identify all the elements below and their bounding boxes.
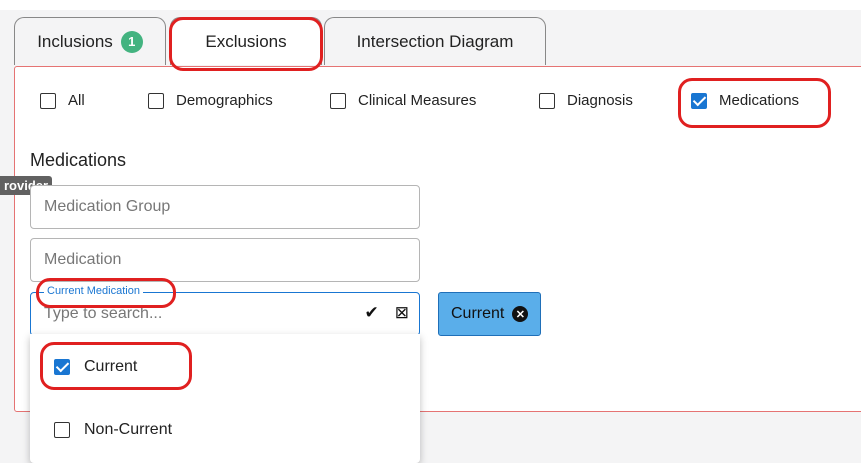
filter-demographics[interactable]: Demographics [148, 92, 273, 109]
filter-demographics-checkbox[interactable] [148, 92, 164, 109]
current-chip[interactable]: Current ✕ [438, 292, 542, 336]
filter-all-checkbox[interactable] [40, 92, 56, 109]
remove-chip-icon[interactable]: ✕ [512, 306, 529, 322]
current-medication-input[interactable]: Type to search... ✔ ⊠ [30, 292, 420, 336]
tab-exclusions[interactable]: Exclusions [170, 17, 322, 65]
confirm-check-icon[interactable]: ✔ [365, 303, 379, 323]
filter-diagnosis-checkbox[interactable] [539, 92, 555, 109]
medication-group-field[interactable]: Medication Group [30, 185, 420, 229]
option-non-current-label: Non-Current [84, 421, 173, 438]
filter-diagnosis[interactable]: Diagnosis [539, 92, 633, 109]
tab-inclusions[interactable]: Inclusions 1 [14, 17, 166, 65]
filter-diagnosis-label: Diagnosis [567, 92, 633, 109]
tab-inclusions-label: Inclusions [37, 31, 113, 51]
option-current[interactable]: Current [54, 358, 137, 376]
tab-intersection-diagram[interactable]: Intersection Diagram [324, 17, 546, 65]
filter-clinical-measures-label: Clinical Measures [358, 92, 477, 109]
current-medication-dropdown: Current Non-Current [30, 334, 420, 463]
tab-bar: Inclusions 1 Exclusions Intersection Dia… [0, 0, 861, 70]
filter-clinical-measures[interactable]: Clinical Measures [330, 92, 476, 109]
filter-all-label: All [68, 92, 85, 109]
tab-intersection-label: Intersection Diagram [356, 31, 514, 51]
tab-exclusions-label: Exclusions [205, 31, 287, 51]
medication-placeholder: Medication [44, 251, 122, 268]
medication-field[interactable]: Medication [30, 238, 420, 282]
filter-demographics-label: Demographics [176, 92, 273, 109]
filter-medications-checkbox[interactable] [691, 92, 707, 109]
filter-clinical-measures-checkbox[interactable] [330, 92, 346, 109]
filter-all[interactable]: All [40, 92, 85, 109]
field-actions: ✔ ⊠ [365, 303, 410, 323]
current-medication-label: Current Medication [44, 285, 143, 297]
section-title: Medications [30, 150, 127, 170]
option-non-current-checkbox[interactable] [54, 422, 70, 438]
inclusions-count-badge: 1 [120, 30, 143, 53]
medication-group-placeholder: Medication Group [44, 198, 171, 215]
current-medication-placeholder: Type to search... [44, 305, 163, 322]
clear-selection-icon[interactable]: ⊠ [395, 303, 409, 323]
current-chip-label: Current [451, 305, 505, 322]
option-current-checkbox[interactable] [54, 359, 70, 375]
option-current-label: Current [84, 358, 138, 375]
filter-medications-label: Medications [719, 92, 800, 109]
filter-medications[interactable]: Medications [691, 92, 799, 109]
option-non-current[interactable]: Non-Current [54, 421, 172, 439]
